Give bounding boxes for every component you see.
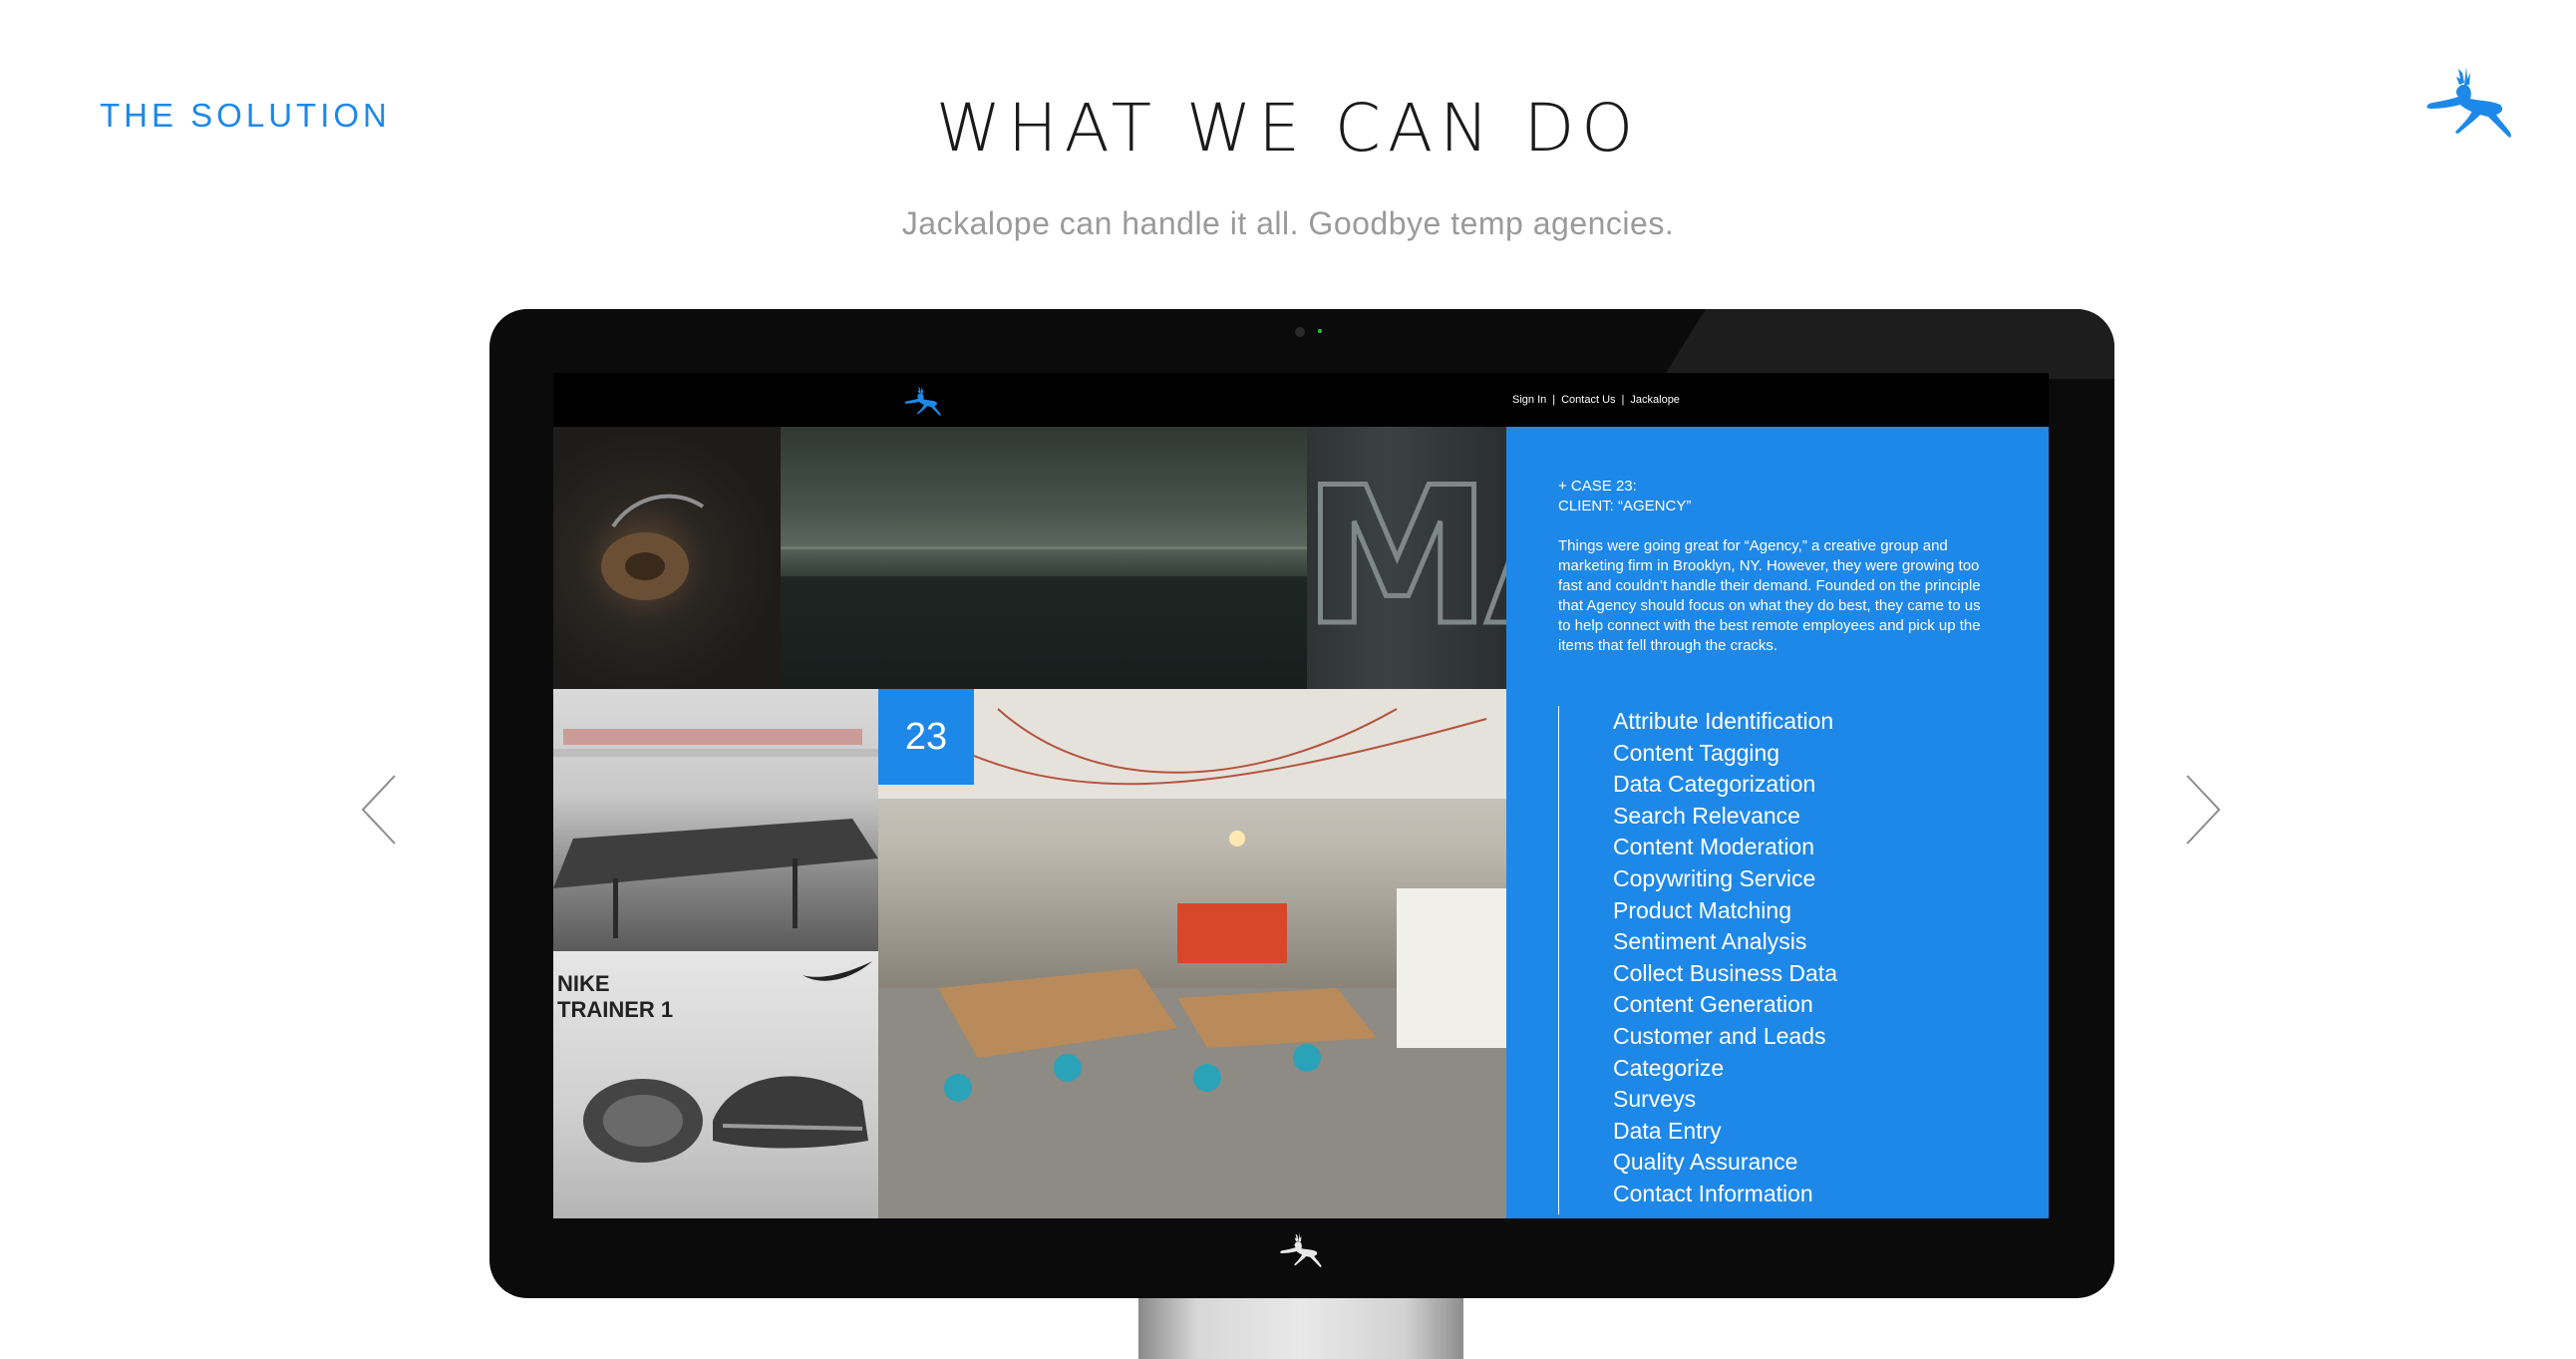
photo-tile-nike[interactable]: NIKE TRAINER 1: [553, 951, 878, 1218]
case-client: CLIENT: “AGENCY”: [1558, 498, 1692, 514]
service-item: Data Categorization: [1613, 771, 1816, 798]
service-item: Sentiment Analysis: [1613, 928, 1807, 955]
case-number-badge: 23: [878, 689, 974, 785]
monitor: Sign In | Contact Us | Jackalope MA: [489, 309, 2114, 1298]
nav-link-contact-us[interactable]: Contact Us: [1561, 394, 1615, 406]
services-list: Attribute Identification Content Tagging…: [1558, 706, 1837, 1214]
service-item: Categorize: [1613, 1054, 1725, 1081]
service-item: Quality Assurance: [1613, 1149, 1798, 1176]
page-subtitle: Jackalope can handle it all. Goodbye tem…: [901, 205, 1675, 241]
service-item: Copywriting Service: [1613, 864, 1816, 891]
service-item: Content Moderation: [1613, 834, 1815, 860]
service-item: Search Relevance: [1613, 802, 1800, 829]
service-item: Product Matching: [1613, 896, 1791, 923]
camera-led: [1318, 329, 1322, 333]
service-item: Customer and Leads: [1613, 1022, 1826, 1049]
monitor-glare: [1662, 309, 2114, 379]
office-table-image: [553, 729, 878, 938]
service-item: Contact Information: [1613, 1180, 1813, 1206]
service-item: Content Generation: [1613, 991, 1813, 1018]
page-title: WHAT WE CAN DO: [935, 90, 1641, 167]
nav-link-sign-in[interactable]: Sign In: [1512, 394, 1546, 406]
jackalope-logo-icon: [1280, 1232, 1322, 1268]
service-item: Collect Business Data: [1613, 959, 1837, 986]
coffee-kettle-image: [601, 494, 705, 600]
sneakers-image: [583, 961, 872, 1163]
site-nav: Sign In | Contact Us | Jackalope: [1512, 394, 1680, 406]
photo-tile-coffee[interactable]: [553, 427, 781, 689]
service-item: Data Entry: [1613, 1117, 1722, 1144]
nav-separator: |: [1621, 394, 1625, 406]
monitor-screen: Sign In | Contact Us | Jackalope MA: [553, 373, 2049, 1218]
service-item: Attribute Identification: [1613, 708, 1834, 734]
case-description: Things were going great for “Agency,” a …: [1558, 537, 1981, 654]
case-heading: + CASE 23: CLIENT: “AGENCY”: [1558, 477, 1691, 516]
case-info-panel: + CASE 23: CLIENT: “AGENCY” Things were …: [1506, 427, 2049, 1218]
sea-horizon-image: [781, 546, 1307, 689]
service-item: Surveys: [1613, 1086, 1697, 1113]
neon-sign-text: MA: [1307, 445, 1506, 670]
camera-icon: [1295, 327, 1305, 337]
service-item: Content Tagging: [1613, 739, 1780, 766]
jackalope-logo-icon[interactable]: [900, 385, 944, 419]
photo-tile-neon[interactable]: MA: [1307, 427, 1506, 689]
site-header: Sign In | Contact Us | Jackalope: [553, 373, 2049, 427]
case-title: + CASE 23:: [1558, 478, 1637, 495]
photo-tile-sea[interactable]: [781, 427, 1307, 689]
chevron-left-icon[interactable]: [359, 774, 399, 846]
chevron-right-icon[interactable]: [2183, 774, 2223, 846]
jackalope-logo-icon[interactable]: [2422, 65, 2512, 145]
nav-link-jackalope[interactable]: Jackalope: [1630, 394, 1680, 406]
nav-separator: |: [1552, 394, 1556, 406]
photo-tile-office[interactable]: [553, 689, 878, 951]
